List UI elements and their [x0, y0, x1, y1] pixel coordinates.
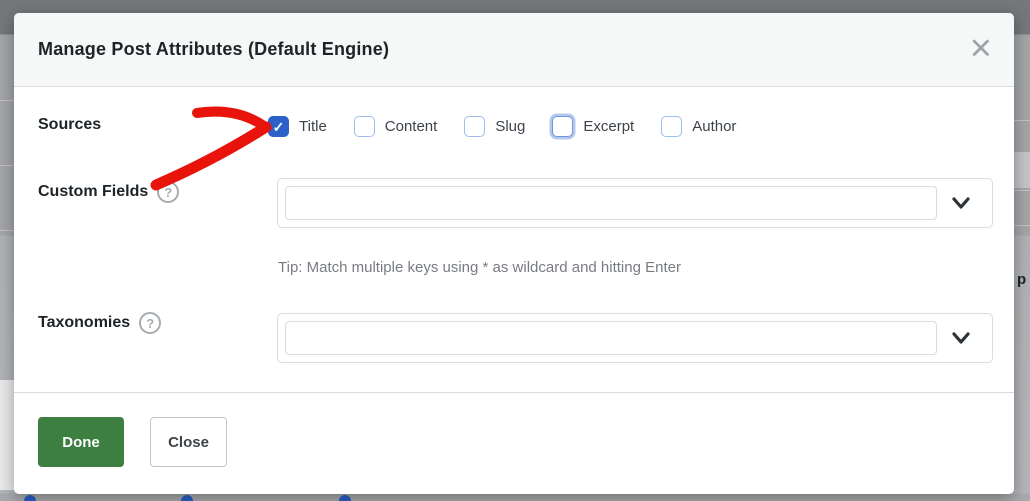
taxonomies-input[interactable]: [285, 321, 937, 355]
sources-label: Sources: [38, 116, 102, 133]
source-option-slug[interactable]: ✓ Slug: [464, 116, 525, 137]
background-row-divider: [0, 165, 14, 166]
background-row-divider: [1014, 225, 1030, 226]
background-blue-dot: [181, 495, 193, 501]
help-icon[interactable]: ?: [139, 312, 162, 334]
checkbox-label[interactable]: Author: [692, 118, 736, 135]
checkbox-label[interactable]: Slug: [495, 118, 525, 135]
sources-options: ✓ Title ✓ Content ✓ Slug ✓ Excerpt ✓ Aut…: [268, 116, 763, 137]
custom-fields-input[interactable]: [285, 186, 937, 220]
checkbox-author[interactable]: ✓: [661, 116, 683, 137]
checkbox-label[interactable]: Title: [299, 118, 327, 135]
background-partial-text: p: [1017, 271, 1027, 288]
dialog-header: Manage Post Attributes (Default Engine) …: [14, 13, 1014, 87]
chevron-down-icon[interactable]: [937, 327, 985, 349]
background-row-divider: [1014, 120, 1030, 121]
background-row-divider: [1014, 190, 1030, 191]
background-blue-dot: [339, 495, 351, 501]
custom-fields-tip: Tip: Match multiple keys using * as wild…: [278, 259, 681, 276]
check-icon: ✓: [272, 118, 285, 135]
checkbox-content[interactable]: ✓: [353, 116, 375, 137]
source-option-title[interactable]: ✓ Title: [268, 116, 327, 137]
checkbox-label[interactable]: Excerpt: [583, 118, 634, 135]
done-button[interactable]: Done: [38, 417, 124, 467]
custom-fields-label: Custom Fields ?: [38, 181, 180, 203]
background-page-left-edge: [0, 35, 14, 495]
manage-post-attributes-dialog: Manage Post Attributes (Default Engine) …: [14, 13, 1014, 494]
checkbox-excerpt[interactable]: ✓: [552, 116, 574, 137]
dialog-title: Manage Post Attributes (Default Engine): [38, 39, 390, 59]
background-table-header-edge: p: [1014, 152, 1030, 288]
close-icon[interactable]: ×: [970, 29, 992, 67]
chevron-down-icon[interactable]: [937, 192, 985, 214]
close-button[interactable]: Close: [150, 417, 227, 467]
custom-fields-combobox: [277, 178, 993, 228]
checkbox-label[interactable]: Content: [385, 118, 438, 135]
taxonomies-combobox: [277, 313, 993, 363]
screen: p Manage Post Attributes (Default Engine…: [0, 0, 1030, 501]
background-panel-edge: [0, 380, 14, 490]
source-option-excerpt[interactable]: ✓ Excerpt: [552, 116, 634, 137]
taxonomies-label: Taxonomies ?: [38, 312, 162, 334]
footer-divider: [14, 392, 1014, 393]
background-page-right-edge: p: [1014, 35, 1030, 495]
checkbox-slug[interactable]: ✓: [464, 116, 486, 137]
source-option-author[interactable]: ✓ Author: [661, 116, 736, 137]
source-option-content[interactable]: ✓ Content: [353, 116, 438, 137]
background-row-divider: [0, 230, 14, 231]
background-row-divider: [0, 100, 14, 101]
checkbox-title[interactable]: ✓: [268, 116, 289, 137]
help-icon[interactable]: ?: [157, 181, 180, 203]
background-blue-dot: [24, 495, 36, 501]
